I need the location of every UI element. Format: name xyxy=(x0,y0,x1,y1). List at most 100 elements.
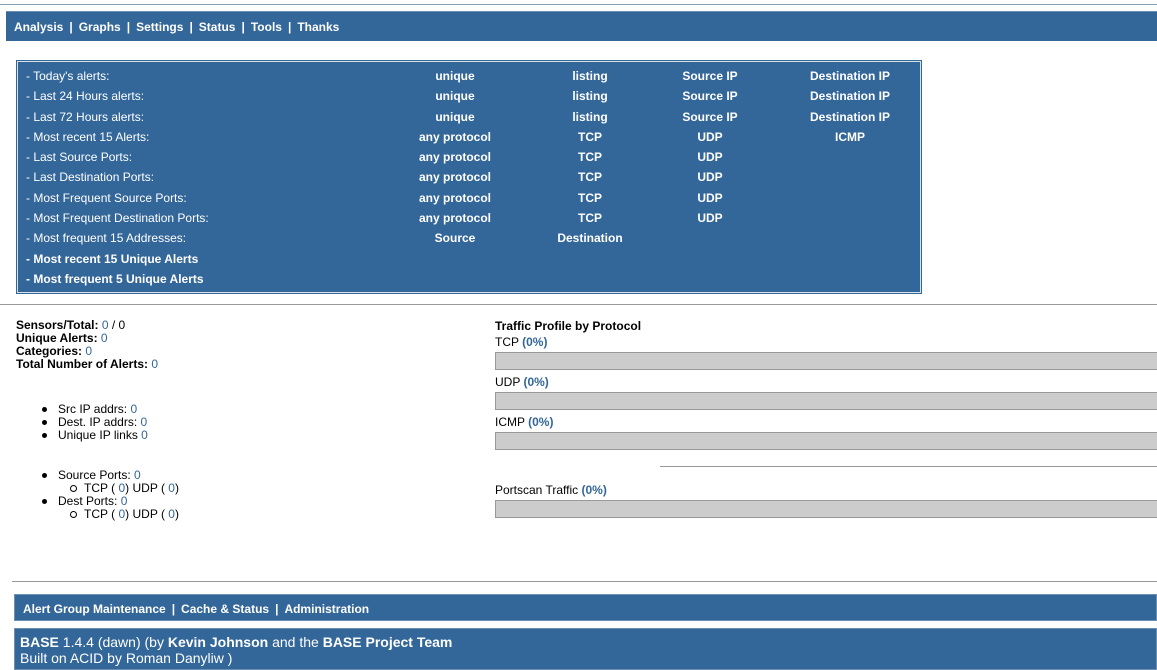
source-udp-label: ) UDP ( xyxy=(125,481,165,495)
alert-link[interactable]: UDP xyxy=(660,167,760,187)
alert-link[interactable]: Source IP xyxy=(660,107,760,127)
team-name: BASE Project Team xyxy=(322,634,453,650)
src-ip-value[interactable]: 0 xyxy=(130,402,137,416)
total-alerts-value[interactable]: 0 xyxy=(151,357,158,371)
alert-link[interactable]: any protocol xyxy=(405,208,505,228)
alert-link[interactable]: any protocol xyxy=(405,167,505,187)
alert-row: - Most Frequent Source Ports: any protoco… xyxy=(20,188,918,208)
alert-link[interactable]: Destination IP xyxy=(785,107,915,127)
nav-separator: | xyxy=(69,20,73,34)
alert-link[interactable]: TCP xyxy=(540,147,640,167)
total-alerts-label: Total Number of Alerts: xyxy=(16,357,149,371)
section-divider xyxy=(0,304,1157,305)
sensors-value[interactable]: 0 xyxy=(102,318,109,332)
alert-row: - Today's alerts: unique listing Source IP D… xyxy=(20,66,918,86)
udp-bar-label: UDP (0%) xyxy=(495,375,1157,389)
portscan-label: Portscan Traffic xyxy=(495,483,579,497)
alert-row: - Last 72 Hours alerts: unique listing Sour… xyxy=(20,107,918,127)
dest-ports-value[interactable]: 0 xyxy=(121,494,128,508)
alert-link[interactable]: Destination IP xyxy=(785,86,915,106)
nav-analysis[interactable]: Analysis xyxy=(14,20,63,34)
alert-link[interactable]: UDP xyxy=(660,208,760,228)
traffic-title: Traffic Profile by Protocol xyxy=(495,319,642,333)
categories-label: Categories: xyxy=(16,344,83,358)
port-stats-list: Source Ports: 0 TCP ( 0) UDP ( 0) Dest P… xyxy=(38,469,179,521)
alert-link[interactable]: Source IP xyxy=(660,86,760,106)
icmp-label: ICMP xyxy=(495,415,525,429)
alert-link[interactable]: TCP xyxy=(540,188,640,208)
alert-link[interactable]: Destination xyxy=(540,228,640,248)
alert-link[interactable]: Destination IP xyxy=(785,66,915,86)
nav-tools[interactable]: Tools xyxy=(251,20,282,34)
icmp-bar xyxy=(495,432,1157,450)
alert-link[interactable]: TCP xyxy=(540,208,640,228)
source-tcp-label: TCP ( xyxy=(84,481,116,495)
nav-separator: | xyxy=(287,20,292,34)
alert-link[interactable]: TCP xyxy=(540,167,640,187)
source-ports-value[interactable]: 0 xyxy=(134,468,141,482)
icmp-bar-label: ICMP (0%) xyxy=(495,415,1157,429)
close-paren: ) xyxy=(174,507,179,521)
tcp-bar xyxy=(495,352,1157,370)
alert-link[interactable]: UDP xyxy=(660,188,760,208)
alert-row-label: - Last Destination Ports: xyxy=(26,170,155,185)
unique-ip-value[interactable]: 0 xyxy=(141,428,148,442)
dest-ip-value[interactable]: 0 xyxy=(141,415,148,429)
alert-link[interactable]: Source IP xyxy=(660,66,760,86)
sub-list-item: TCP ( 0) UDP ( 0) xyxy=(38,508,179,521)
sensors-label: Sensors/Total: xyxy=(16,318,99,332)
section-divider xyxy=(12,581,1157,582)
alert-link[interactable]: unique xyxy=(405,66,505,86)
alert-link[interactable]: ICMP xyxy=(785,127,915,147)
categories-value[interactable]: 0 xyxy=(85,344,92,358)
alert-link[interactable]: listing xyxy=(540,86,640,106)
portscan-bar-label: Portscan Traffic (0%) xyxy=(495,483,1157,497)
icmp-percent[interactable]: (0%) xyxy=(528,415,553,429)
udp-percent[interactable]: (0%) xyxy=(523,375,548,389)
alert-row: - Most frequent 5 Unique Alerts xyxy=(20,269,918,289)
credits-line-2: Built on ACID by Roman Danyliw ) xyxy=(20,650,233,666)
unique-alerts-value[interactable]: 0 xyxy=(101,331,108,345)
alert-row: - Most recent 15 Unique Alerts xyxy=(20,249,918,269)
alert-link[interactable]: UDP xyxy=(660,147,760,167)
alert-row: - Last Source Ports: any protocol TCP UDP xyxy=(20,147,918,167)
dest-ip-label: Dest. IP addrs: xyxy=(58,415,138,429)
udp-label: UDP xyxy=(495,375,521,389)
alert-row-label: - Last Source Ports: xyxy=(26,150,133,165)
unique-alerts-link[interactable]: - Most frequent 5 Unique Alerts xyxy=(26,269,204,289)
nav-thanks[interactable]: Thanks xyxy=(297,20,339,34)
alert-row-label: - Most Frequent Source Ports: xyxy=(26,190,187,205)
alert-link[interactable]: Source xyxy=(405,228,505,248)
dest-ports-label: Dest Ports: xyxy=(58,494,118,508)
alert-link[interactable]: unique xyxy=(405,86,505,106)
nav-separator: | xyxy=(126,20,131,34)
unique-alerts-link[interactable]: - Most recent 15 Unique Alerts xyxy=(26,249,198,269)
alert-link[interactable]: UDP xyxy=(660,127,760,147)
alert-row: - Last 24 Hours alerts: unique listing Sour… xyxy=(20,86,918,106)
credits-and: and the xyxy=(268,634,323,650)
alert-row: - Most frequent 15 Addresses: Source Desti… xyxy=(20,228,918,248)
nav-cache-status[interactable]: Cache & Status xyxy=(181,602,269,616)
source-udp-value[interactable]: 0 xyxy=(168,481,175,495)
alert-link[interactable]: any protocol xyxy=(405,188,505,208)
ip-stats-list: Src IP addrs: 0 Dest. IP addrs: 0 Unique… xyxy=(38,403,148,442)
source-ports-label: Source Ports: xyxy=(58,468,131,482)
alert-link[interactable]: unique xyxy=(405,107,505,127)
unique-ip-label: Unique IP links xyxy=(58,428,138,442)
dest-udp-value[interactable]: 0 xyxy=(168,507,175,521)
alert-row-label: - Last 24 Hours alerts: xyxy=(26,89,145,104)
nav-status[interactable]: Status xyxy=(199,20,236,34)
alert-link[interactable]: listing xyxy=(540,66,640,86)
nav-alert-group-maintenance[interactable]: Alert Group Maintenance xyxy=(23,602,166,616)
nav-settings[interactable]: Settings xyxy=(136,20,183,34)
tcp-percent[interactable]: (0%) xyxy=(522,335,547,349)
alert-link[interactable]: TCP xyxy=(540,127,640,147)
alert-link[interactable]: any protocol xyxy=(405,147,505,167)
alert-link[interactable]: any protocol xyxy=(405,127,505,147)
alert-row: - Most recent 15 Alerts: any protocol TCP U… xyxy=(20,127,918,147)
credits-line-1: BASE 1.4.4 (dawn) (by Kevin Johnson and … xyxy=(20,634,1156,650)
alert-link[interactable]: listing xyxy=(540,107,640,127)
nav-administration[interactable]: Administration xyxy=(284,602,369,616)
nav-graphs[interactable]: Graphs xyxy=(79,20,121,34)
portscan-percent[interactable]: (0%) xyxy=(582,483,607,497)
